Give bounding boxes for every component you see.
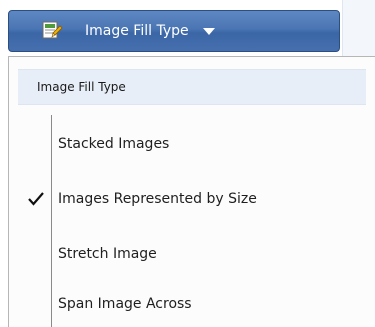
image-fill-icon [41, 20, 63, 42]
menu-item-label: Span Image Across [58, 296, 192, 312]
menu-header-label: Image Fill Type [37, 80, 126, 94]
menu-item-span-image-across[interactable]: Span Image Across [9, 284, 375, 324]
menu-item-stacked-images[interactable]: Stacked Images [9, 124, 375, 164]
menu-item-images-represented-by-size[interactable]: Images Represented by Size [9, 179, 375, 219]
menu-item-label: Stretch Image [58, 246, 157, 262]
ribbon-background-strip [342, 0, 375, 60]
image-fill-type-dropdown: Image Fill Type Image Fill Type Stacked … [0, 0, 375, 327]
menu-item-stretch-image[interactable]: Stretch Image [9, 234, 375, 274]
image-fill-type-button[interactable]: Image Fill Type [8, 10, 340, 52]
menu-item-label: Stacked Images [58, 136, 170, 152]
image-fill-type-button-label: Image Fill Type [85, 23, 189, 39]
checkmark-icon [27, 190, 45, 208]
chevron-down-icon [202, 27, 215, 35]
image-fill-type-menu: Image Fill Type Stacked Images Images Re… [8, 56, 375, 327]
menu-item-label: Images Represented by Size [58, 191, 257, 207]
menu-header: Image Fill Type [18, 69, 366, 105]
